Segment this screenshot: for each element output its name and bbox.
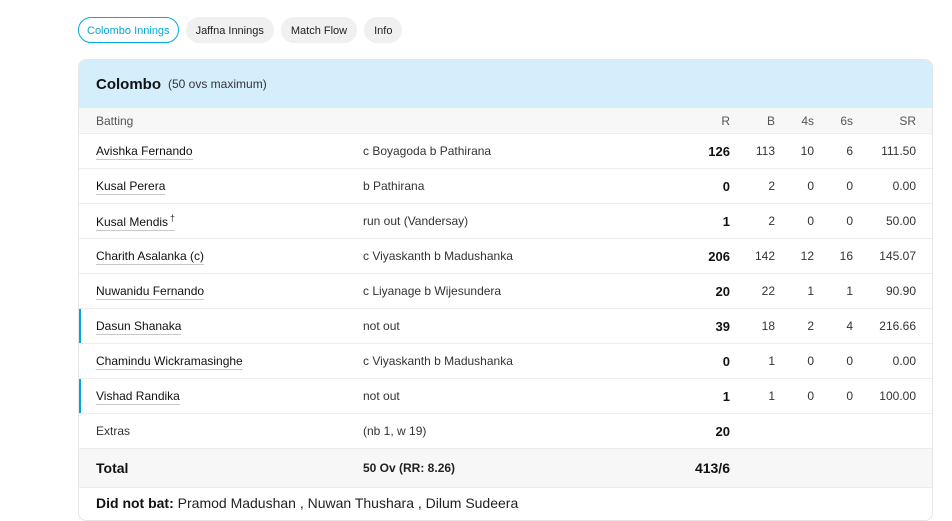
batter-fours: 0 — [807, 389, 814, 403]
batter-sixes: 0 — [846, 214, 853, 228]
extras-runs: 20 — [715, 423, 730, 439]
batter-balls: 2 — [768, 214, 775, 228]
batter-runs: 39 — [715, 318, 730, 334]
batter-balls: 1 — [768, 389, 775, 403]
tab-colombo-innings[interactable]: Colombo Innings — [78, 17, 179, 43]
overs-note: (50 ovs maximum) — [168, 77, 267, 91]
dismissal: c Liyanage b Wijesundera — [363, 284, 502, 298]
batter-name-link[interactable]: Dasun Shanaka — [96, 319, 182, 335]
batter-runs: 0 — [722, 353, 730, 369]
team-name: Colombo — [96, 75, 161, 93]
batter-row-not-out: Dasun Shanaka not out 39 18 2 4 216.66 — [79, 309, 932, 344]
dismissal: run out (Vandersay) — [363, 214, 469, 228]
batter-row: Kusal Mendis † run out (Vandersay) 1 2 0 … — [79, 204, 932, 239]
dismissal: c Viyaskanth b Madushanka — [363, 354, 513, 368]
batter-balls: 142 — [754, 249, 775, 263]
batter-sixes: 6 — [846, 144, 853, 158]
batter-row: Charith Asalanka (c) c Viyaskanth b Madu… — [79, 239, 932, 274]
batter-runs: 1 — [722, 213, 730, 229]
batter-name-link[interactable]: Avishka Fernando — [96, 144, 193, 160]
batter-strike-rate: 111.50 — [881, 144, 916, 158]
batter-name-link[interactable]: Nuwanidu Fernando — [96, 284, 205, 300]
batter-name-link[interactable]: Kusal Mendis † — [96, 213, 176, 231]
batter-balls: 2 — [768, 179, 775, 193]
dismissal: not out — [363, 319, 400, 333]
did-not-bat: Did not bat: Pramod Madushan , Nuwan Thu… — [96, 495, 518, 511]
batter-sixes: 0 — [846, 389, 853, 403]
batter-balls: 18 — [761, 319, 775, 333]
dismissal: b Pathirana — [363, 179, 425, 193]
dismissal: c Viyaskanth b Madushanka — [363, 249, 513, 263]
scorecard: Colombo (50 ovs maximum) Batting R B 4s … — [78, 59, 933, 521]
batter-fours: 12 — [800, 249, 814, 263]
batter-runs: 126 — [708, 143, 730, 159]
tab-info[interactable]: Info — [364, 17, 403, 43]
extras-row: Extras (nb 1, w 19) 20 — [79, 414, 932, 449]
batter-name-link[interactable]: Vishad Randika — [96, 389, 180, 405]
batter-fours: 0 — [807, 214, 814, 228]
batter-row: Chamindu Wickramasinghe c Viyaskanth b M… — [79, 344, 932, 379]
batter-strike-rate: 145.07 — [879, 249, 916, 263]
batter-strike-rate: 216.66 — [879, 319, 916, 333]
batter-runs: 0 — [722, 178, 730, 194]
sixes-header: 6s — [840, 113, 853, 128]
runs-header: R — [721, 113, 730, 128]
batter-balls: 22 — [761, 284, 775, 298]
dismissal: c Boyagoda b Pathirana — [363, 144, 492, 158]
batter-strike-rate: 0.00 — [892, 354, 916, 368]
batter-strike-rate: 50.00 — [885, 214, 916, 228]
fours-header: 4s — [801, 113, 814, 128]
batter-row: Avishka Fernando c Boyagoda b Pathirana … — [79, 134, 932, 169]
batter-balls: 1 — [768, 354, 775, 368]
batter-sixes: 4 — [846, 319, 853, 333]
batter-name-link[interactable]: Chamindu Wickramasinghe — [96, 354, 243, 370]
batter-runs: 206 — [708, 248, 730, 264]
batter-fours: 2 — [807, 319, 814, 333]
batter-name: Kusal Mendis — [96, 215, 169, 229]
batter-name-link[interactable]: Kusal Perera — [96, 179, 166, 195]
total-row: Total 50 Ov (RR: 8.26) 413/6 — [79, 449, 932, 488]
batter-sixes: 1 — [846, 284, 853, 298]
batter-row-not-out: Vishad Randika not out 1 1 0 0 100.00 — [79, 379, 932, 414]
scorecard-header: Colombo (50 ovs maximum) — [79, 60, 932, 108]
batter-fours: 10 — [800, 144, 814, 158]
batter-row: Nuwanidu Fernando c Liyanage b Wijesunde… — [79, 274, 932, 309]
strike-rate-header: SR — [899, 113, 916, 128]
batter-balls: 113 — [755, 144, 775, 158]
balls-header: B — [766, 113, 775, 128]
batter-fours: 0 — [807, 179, 814, 193]
did-not-bat-players: Pramod Madushan , Nuwan Thushara , Dilum… — [177, 495, 519, 511]
batter-sixes: 0 — [846, 354, 853, 368]
batter-name-link[interactable]: Charith Asalanka (c) — [96, 249, 205, 265]
tab-jaffna-innings[interactable]: Jaffna Innings — [185, 17, 274, 43]
innings-tabs: Colombo Innings Jaffna Innings Match Flo… — [78, 17, 403, 43]
batter-runs: 20 — [715, 283, 730, 299]
tab-match-flow[interactable]: Match Flow — [280, 17, 358, 43]
total-score: 413/6 — [694, 460, 730, 476]
batter-strike-rate: 100.00 — [879, 389, 916, 403]
did-not-bat-label: Did not bat: — [96, 495, 174, 511]
batter-sixes: 0 — [846, 179, 853, 193]
extras-label: Extras — [96, 424, 131, 438]
batting-header: Batting — [96, 113, 134, 128]
batter-strike-rate: 90.90 — [885, 284, 916, 298]
batter-strike-rate: 0.00 — [892, 179, 916, 193]
batter-row: Kusal Perera b Pathirana 0 2 0 0 0.00 — [79, 169, 932, 204]
batting-header-row: Batting R B 4s 6s SR — [79, 108, 932, 134]
batter-fours: 0 — [807, 354, 814, 368]
wicketkeeper-mark: † — [170, 213, 176, 223]
total-label: Total — [96, 460, 129, 476]
batter-sixes: 16 — [839, 249, 853, 263]
batter-fours: 1 — [807, 284, 814, 298]
extras-detail: (nb 1, w 19) — [363, 424, 427, 438]
batter-runs: 1 — [722, 388, 730, 404]
dismissal: not out — [363, 389, 400, 403]
total-overs: 50 Ov (RR: 8.26) — [363, 461, 456, 475]
